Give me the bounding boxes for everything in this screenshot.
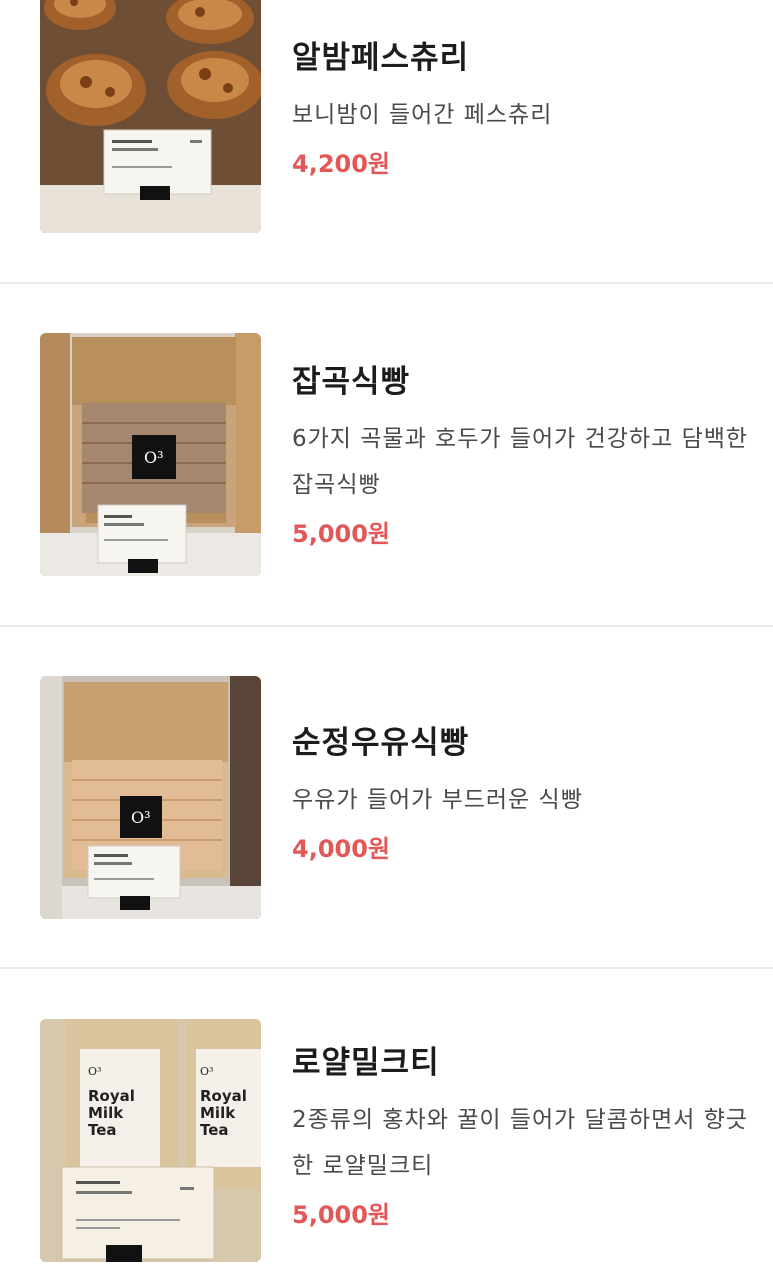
logo-text: O³ [144,448,164,467]
item-description: 2종류의 홍차와 꿀이 들어가 달콤하면서 향긋한 로얄밀크티 [292,1107,749,1179]
item-name: 순정우유식빵 [292,725,470,761]
logo-text: O³ [131,808,151,827]
item-price: 5,000원 [292,520,390,548]
bottle-label-line: Royal [200,1087,247,1105]
item-description: 우유가 들어가 부드러운 식빵 [292,787,583,813]
item-info: 알밤페스츄리 보니밤이 들어간 페스츄리 4,200원 [292,38,757,182]
menu-item-multigrain-bread[interactable]: O³ 잡곡식빵 6가지 곡물과 호두가 들어가 건강하고 담백한 잡곡식빵 5,… [0,284,773,627]
item-info: 로얄밀크티 2종류의 홍차와 꿀이 들어가 달콤하면서 향긋한 로얄밀크티 5,… [292,1043,757,1233]
royal-milk-tea-photo[interactable]: O³ O³ Royal Milk Tea Royal Milk Tea [40,1019,261,1262]
item-price: 4,000원 [292,835,390,863]
item-info: 순정우유식빵 우유가 들어가 부드러운 식빵 4,000원 [292,723,757,867]
item-description: 보니밤이 들어간 페스츄리 [292,102,553,128]
menu-item-royal-milk-tea[interactable]: O³ O³ Royal Milk Tea Royal Milk Tea 로얄밀크… [0,969,773,1268]
item-info: 잡곡식빵 6가지 곡물과 호두가 들어가 건강하고 담백한 잡곡식빵 5,000… [292,362,757,552]
item-name: 로얄밀크티 [292,1045,440,1081]
logo-text: O³ [200,1065,213,1078]
logo-text: O³ [88,1065,101,1078]
menu-item-chestnut-pastry[interactable]: 알밤페스츄리 보니밤이 들어간 페스츄리 4,200원 [0,0,773,284]
bottle-label-line: Tea [200,1121,229,1139]
item-price: 4,200원 [292,150,390,178]
chestnut-pastry-photo[interactable] [40,0,261,233]
item-price: 5,000원 [292,1201,390,1229]
multigrain-bread-photo[interactable]: O³ [40,333,261,576]
item-name: 잡곡식빵 [292,364,411,400]
bottle-label-line: Tea [88,1121,117,1139]
menu-item-milk-bread[interactable]: O³ 순정우유식빵 우유가 들어가 부드러운 식빵 4,000원 [0,627,773,969]
bottle-label-line: Milk [200,1104,236,1122]
item-description: 6가지 곡물과 호두가 들어가 건강하고 담백한 잡곡식빵 [292,426,749,498]
milk-bread-photo[interactable]: O³ [40,676,261,919]
item-name: 알밤페스츄리 [292,40,470,76]
bottle-label-line: Milk [88,1104,124,1122]
bottle-label-line: Royal [88,1087,135,1105]
